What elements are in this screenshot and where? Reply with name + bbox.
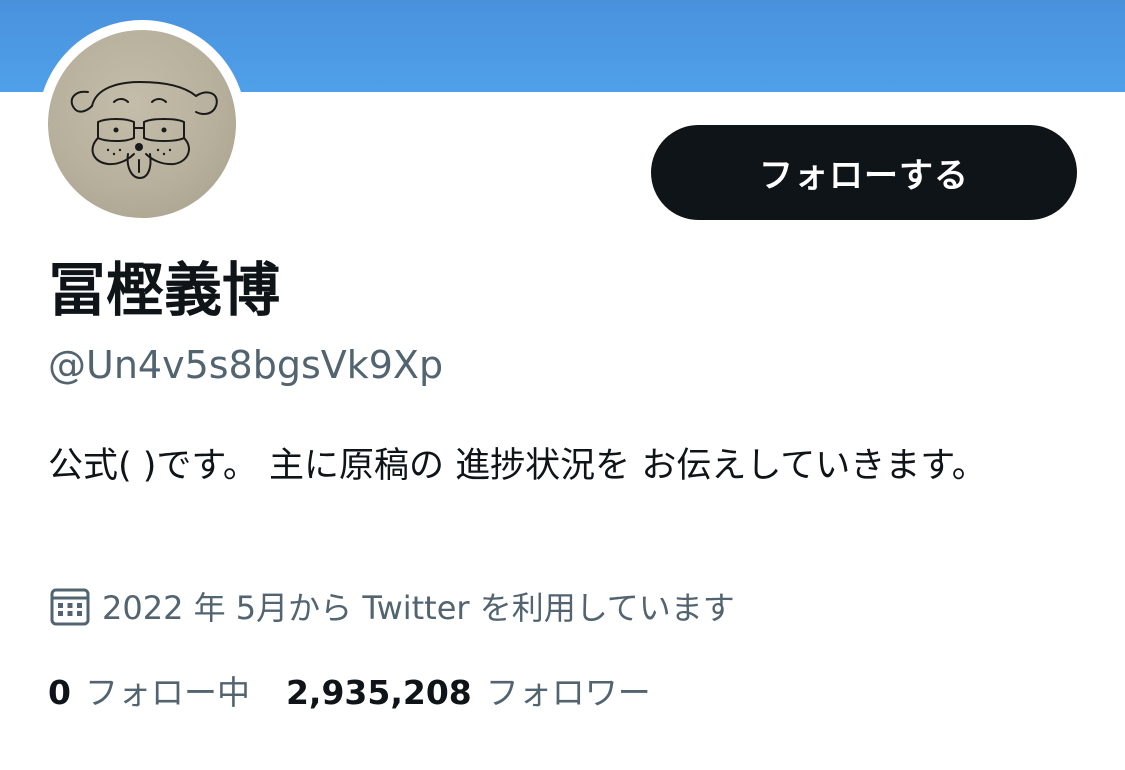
display-name: 冨樫義博	[48, 256, 281, 324]
user-handle: @Un4v5s8bgsVk9Xp	[48, 343, 444, 387]
following-link[interactable]: 0 フォロー中	[48, 666, 250, 714]
followers-link[interactable]: 2,935,208 フォロワー	[286, 666, 651, 714]
following-count: 0	[48, 673, 71, 712]
followers-count: 2,935,208	[285, 673, 472, 712]
calendar-icon	[50, 588, 90, 626]
dog-face-drawing-icon	[70, 81, 218, 179]
joined-date: 2022 年 5月から Twitter を利用しています	[48, 582, 735, 630]
following-label: フォロー中	[84, 673, 250, 712]
follow-button[interactable]: フォローする	[651, 125, 1077, 220]
profile-bio: 公式( )です。 主に原稿の 進捗状況を お伝えしていきます。	[48, 446, 987, 486]
joined-text: 2022 年 5月から Twitter を利用しています	[102, 589, 735, 627]
followers-label: フォロワー	[485, 673, 651, 712]
avatar[interactable]	[48, 30, 236, 218]
follow-stats: 0 フォロー中 2,935,208 フォロワー	[48, 664, 651, 716]
